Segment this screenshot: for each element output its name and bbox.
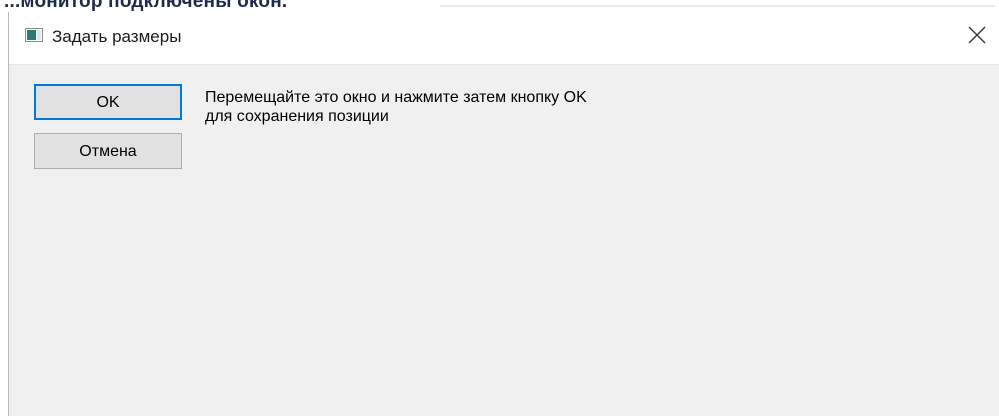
set-size-dialog: Задать размеры OK Отмена Перемещайте это… — [8, 12, 999, 416]
background-divider — [440, 5, 995, 7]
background-window-strip: ...монитор подключены окон. — [0, 0, 999, 12]
window-title: Задать размеры — [52, 27, 182, 46]
window-app-icon — [25, 28, 43, 42]
instruction-text: Перемещайте это окно и нажмите затем кно… — [205, 88, 587, 126]
instruction-line-2: для сохранения позиции — [205, 108, 389, 125]
title-bar[interactable]: Задать размеры — [9, 12, 999, 65]
background-partial-text: ...монитор подключены окон. — [4, 0, 288, 12]
close-icon — [968, 26, 986, 44]
cancel-button[interactable]: Отмена — [34, 133, 182, 169]
instruction-line-1: Перемещайте это окно и нажмите затем кно… — [205, 89, 587, 106]
close-button[interactable] — [953, 12, 999, 57]
ok-button[interactable]: OK — [34, 84, 182, 120]
